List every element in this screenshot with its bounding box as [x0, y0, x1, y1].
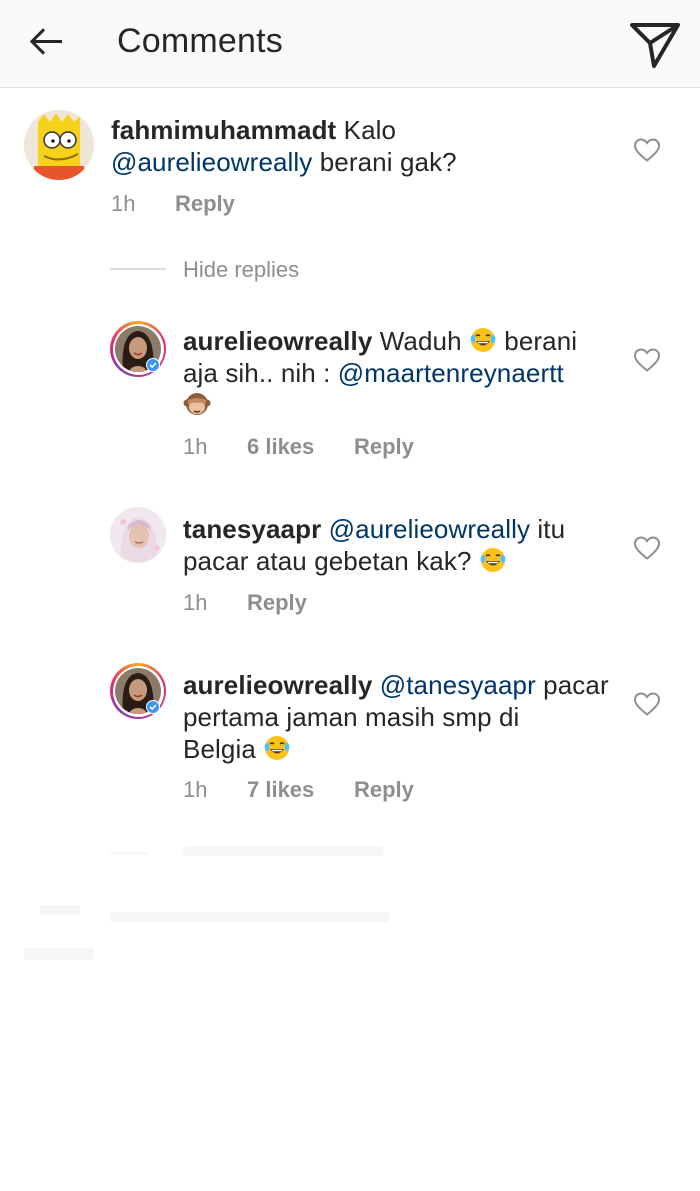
mention-link[interactable]: @maartenreynaertt [338, 358, 564, 388]
loading-placeholder [110, 852, 150, 855]
divider [110, 268, 166, 270]
reply-meta: 1h 6 likes Reply [183, 433, 583, 463]
loading-placeholder [183, 846, 383, 856]
heart-icon[interactable] [633, 535, 661, 561]
avatar[interactable] [110, 507, 166, 563]
reply-time: 1h [183, 434, 208, 459]
heart-icon[interactable] [633, 691, 661, 717]
loading-placeholder [110, 912, 390, 922]
reply-body: Belgia [183, 734, 264, 764]
comment-meta: 1h Reply [111, 190, 511, 220]
header-bar: Comments [0, 0, 700, 88]
reply-body: itu [530, 514, 566, 544]
verified-badge-icon [146, 358, 160, 372]
mention-link[interactable]: @aurelieowreally [329, 514, 530, 544]
reply-time: 1h [183, 590, 208, 615]
reply-text: tanesyaapr @aurelieowreally itu pacar at… [183, 513, 613, 577]
reply-text: aurelieowreally @tanesyaapr pacar pertam… [183, 669, 613, 765]
reply-username[interactable]: aurelieowreally [183, 670, 372, 700]
reply-body: pacar atau gebetan kak? [183, 546, 479, 576]
avatar[interactable] [24, 110, 94, 180]
reply-body: berani [496, 326, 578, 356]
comment-body: Kalo [336, 115, 397, 145]
comment-text: fahmimuhammadt Kalo @aurelieowreally ber… [111, 114, 611, 178]
see-no-evil-monkey-emoji [183, 393, 211, 415]
reply-body: aja sih.. nih : [183, 358, 338, 388]
reply-body: pertama jaman masih smp di [183, 702, 520, 732]
mention-link[interactable]: @aurelieowreally [111, 147, 312, 177]
tears-of-joy-emoji [480, 548, 506, 572]
reply-button[interactable]: Reply [354, 776, 414, 804]
send-button[interactable] [627, 14, 683, 70]
comment-body: berani gak? [312, 147, 457, 177]
hide-replies-button[interactable]: Hide replies [183, 257, 299, 283]
tears-of-joy-emoji [264, 736, 290, 760]
arrow-left-icon [29, 28, 62, 55]
loading-placeholder [40, 905, 80, 915]
paper-plane-icon [630, 23, 680, 68]
loading-placeholder [24, 948, 94, 960]
heart-icon[interactable] [633, 137, 661, 163]
reply-meta: 1h Reply [183, 589, 583, 619]
reply-meta: 1h 7 likes Reply [183, 776, 583, 806]
reply-body: Waduh [372, 326, 469, 356]
likes-count[interactable]: 7 likes [247, 776, 314, 804]
verified-badge-icon [146, 700, 160, 714]
reply-button[interactable]: Reply [175, 190, 235, 218]
comment-time: 1h [111, 191, 136, 216]
reply-button[interactable]: Reply [247, 589, 307, 617]
page-title: Comments [117, 22, 283, 60]
reply-text: aurelieowreally Waduh berani aja sih.. n… [183, 325, 613, 421]
likes-count[interactable]: 6 likes [247, 433, 314, 461]
reply-username[interactable]: tanesyaapr [183, 514, 321, 544]
heart-icon[interactable] [633, 347, 661, 373]
reply-time: 1h [183, 777, 208, 802]
back-button[interactable] [22, 18, 70, 66]
reply-button[interactable]: Reply [354, 433, 414, 461]
comment-username[interactable]: fahmimuhammadt [111, 115, 336, 145]
tears-of-joy-emoji [470, 328, 496, 352]
reply-body: pacar [535, 670, 609, 700]
reply-username[interactable]: aurelieowreally [183, 326, 372, 356]
mention-link[interactable]: @tanesyaapr [380, 670, 536, 700]
